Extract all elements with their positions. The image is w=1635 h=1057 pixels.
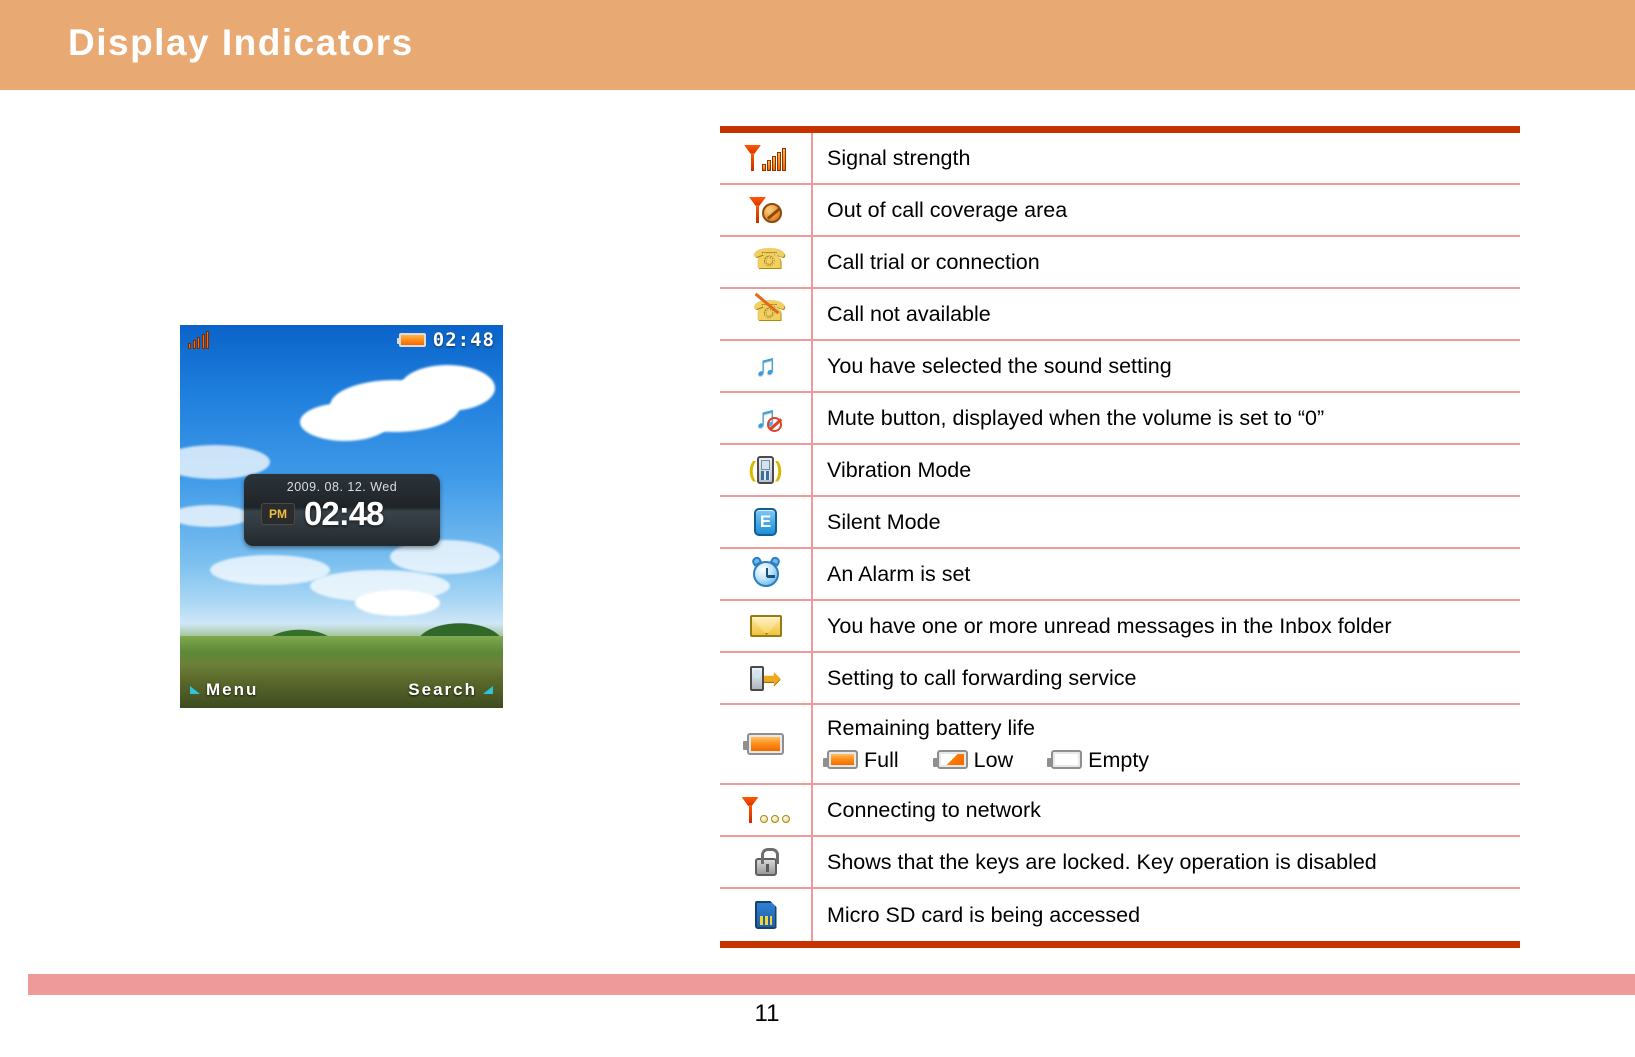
table-row: ♫ You have selected the sound setting [720, 341, 1520, 393]
indicator-description: Micro SD card is being accessed [827, 902, 1141, 927]
table-row: Shows that the keys are locked. Key oper… [720, 837, 1520, 889]
table-row: Remaining battery life Full Low Empty [720, 705, 1520, 785]
key-lock-icon [754, 847, 779, 876]
phone-widget-time: 02:48 [304, 495, 384, 532]
indicator-icon-cell: ♫ [720, 393, 813, 443]
vibration-icon: ( ) [748, 456, 783, 484]
table-row: E Silent Mode [720, 497, 1520, 549]
page-number: 11 [754, 1000, 780, 1027]
indicator-icon-cell [720, 889, 813, 941]
indicator-icon-cell: E [720, 497, 813, 547]
battery-full-icon [823, 750, 858, 770]
mute-icon: ♫ [754, 403, 782, 433]
indicator-icon-cell [720, 705, 813, 783]
softkey-search-label: Search [408, 680, 477, 699]
signal-strength-icon [188, 331, 211, 349]
signal-strength-icon [744, 145, 787, 171]
softkey-menu[interactable]: Menu [190, 680, 258, 700]
table-row: ➡ Setting to call forwarding service [720, 653, 1520, 705]
indicator-description: You have one or more unread messages in … [827, 613, 1392, 638]
out-of-coverage-icon [749, 197, 782, 223]
table-row: Call not available [720, 289, 1520, 341]
indicator-description: Setting to call forwarding service [827, 665, 1137, 690]
indicator-description: Out of call coverage area [827, 197, 1068, 222]
header-banner: Display Indicators [0, 0, 1635, 90]
phone-status-right-group: 02:48 [396, 329, 495, 351]
cloud-shape [400, 365, 495, 411]
phone-widget-time-row: PM 02:48 [244, 497, 440, 530]
table-row: Signal strength [720, 133, 1520, 185]
battery-low-label: Low [973, 747, 1014, 772]
cloud-shape [180, 505, 250, 527]
indicator-description: An Alarm is set [827, 561, 971, 586]
table-row: ( ) Vibration Mode [720, 445, 1520, 497]
battery-low-icon [932, 750, 968, 770]
softkey-arrow-left-icon [190, 686, 200, 694]
table-row: Connecting to network [720, 785, 1520, 837]
cloud-shape [300, 403, 390, 441]
battery-icon [743, 733, 784, 755]
table-row: An Alarm is set [720, 549, 1520, 601]
indicator-description: Connecting to network [827, 797, 1041, 822]
battery-empty-icon [1047, 750, 1083, 770]
softkey-menu-label: Menu [206, 680, 259, 699]
indicator-icon-cell [720, 837, 813, 887]
indicator-description: Call trial or connection [827, 249, 1040, 274]
indicator-description: Remaining battery life [827, 715, 1035, 740]
table-row: Call trial or connection [720, 237, 1520, 289]
indicator-description: Signal strength [827, 145, 971, 170]
connecting-network-icon [742, 797, 790, 823]
indicator-icon-cell [720, 549, 813, 599]
alarm-clock-icon [750, 555, 781, 587]
cloud-shape [355, 590, 440, 616]
table-row: You have one or more unread messages in … [720, 601, 1520, 653]
phone-screenshot-image: 02:48 2009. 08. 12. Wed PM 02:48 Menu Se… [180, 325, 503, 708]
indicator-description: Mute button, displayed when the volume i… [827, 405, 1325, 430]
indicator-table: Signal strength Out of call coverage are… [720, 126, 1520, 948]
battery-empty-label: Empty [1088, 747, 1150, 772]
indicator-icon-cell [720, 237, 813, 287]
indicator-icon-cell [720, 601, 813, 651]
indicator-icon-cell [720, 785, 813, 835]
sound-note-icon: ♫ [754, 349, 777, 382]
battery-level-legend: Full Low Empty [823, 747, 1520, 774]
call-active-icon [753, 244, 787, 276]
indicator-description: Vibration Mode [827, 457, 972, 482]
battery-full-label: Full [864, 747, 899, 772]
phone-status-bar: 02:48 [180, 325, 503, 355]
page-title: Display Indicators [68, 22, 414, 63]
indicator-icon-cell: ( ) [720, 445, 813, 495]
phone-clock-widget: 2009. 08. 12. Wed PM 02:48 [244, 474, 440, 546]
indicator-description: You have selected the sound setting [827, 353, 1172, 378]
indicator-description-group: Remaining battery life Full Low Empty [813, 705, 1520, 783]
indicator-icon-cell: ♫ [720, 341, 813, 391]
indicator-icon-cell [720, 133, 813, 183]
micro-sd-icon [754, 901, 777, 929]
phone-widget-date: 2009. 08. 12. Wed [286, 480, 398, 494]
indicator-icon-cell [720, 185, 813, 235]
table-row: ♫ Mute button, displayed when the volume… [720, 393, 1520, 445]
envelope-icon [749, 615, 782, 637]
indicator-icon-cell: ➡ [720, 653, 813, 703]
am-pm-badge: PM [261, 502, 295, 525]
table-row: Out of call coverage area [720, 185, 1520, 237]
footer-bar [28, 974, 1635, 995]
battery-full-icon [396, 333, 426, 347]
table-row: Micro SD card is being accessed [720, 889, 1520, 941]
phone-softkey-bar: Menu Search [180, 675, 503, 705]
call-unavailable-icon [753, 292, 786, 328]
indicator-description: Silent Mode [827, 509, 941, 534]
phone-status-clock: 02:48 [432, 329, 495, 351]
silent-mode-icon: E [754, 508, 777, 536]
softkey-search[interactable]: Search [408, 680, 493, 700]
indicator-description: Call not available [827, 301, 991, 326]
call-forwarding-icon: ➡ [750, 665, 781, 691]
softkey-arrow-right-icon [483, 686, 493, 694]
indicator-description: Shows that the keys are locked. Key oper… [827, 849, 1377, 874]
indicator-icon-cell [720, 289, 813, 339]
